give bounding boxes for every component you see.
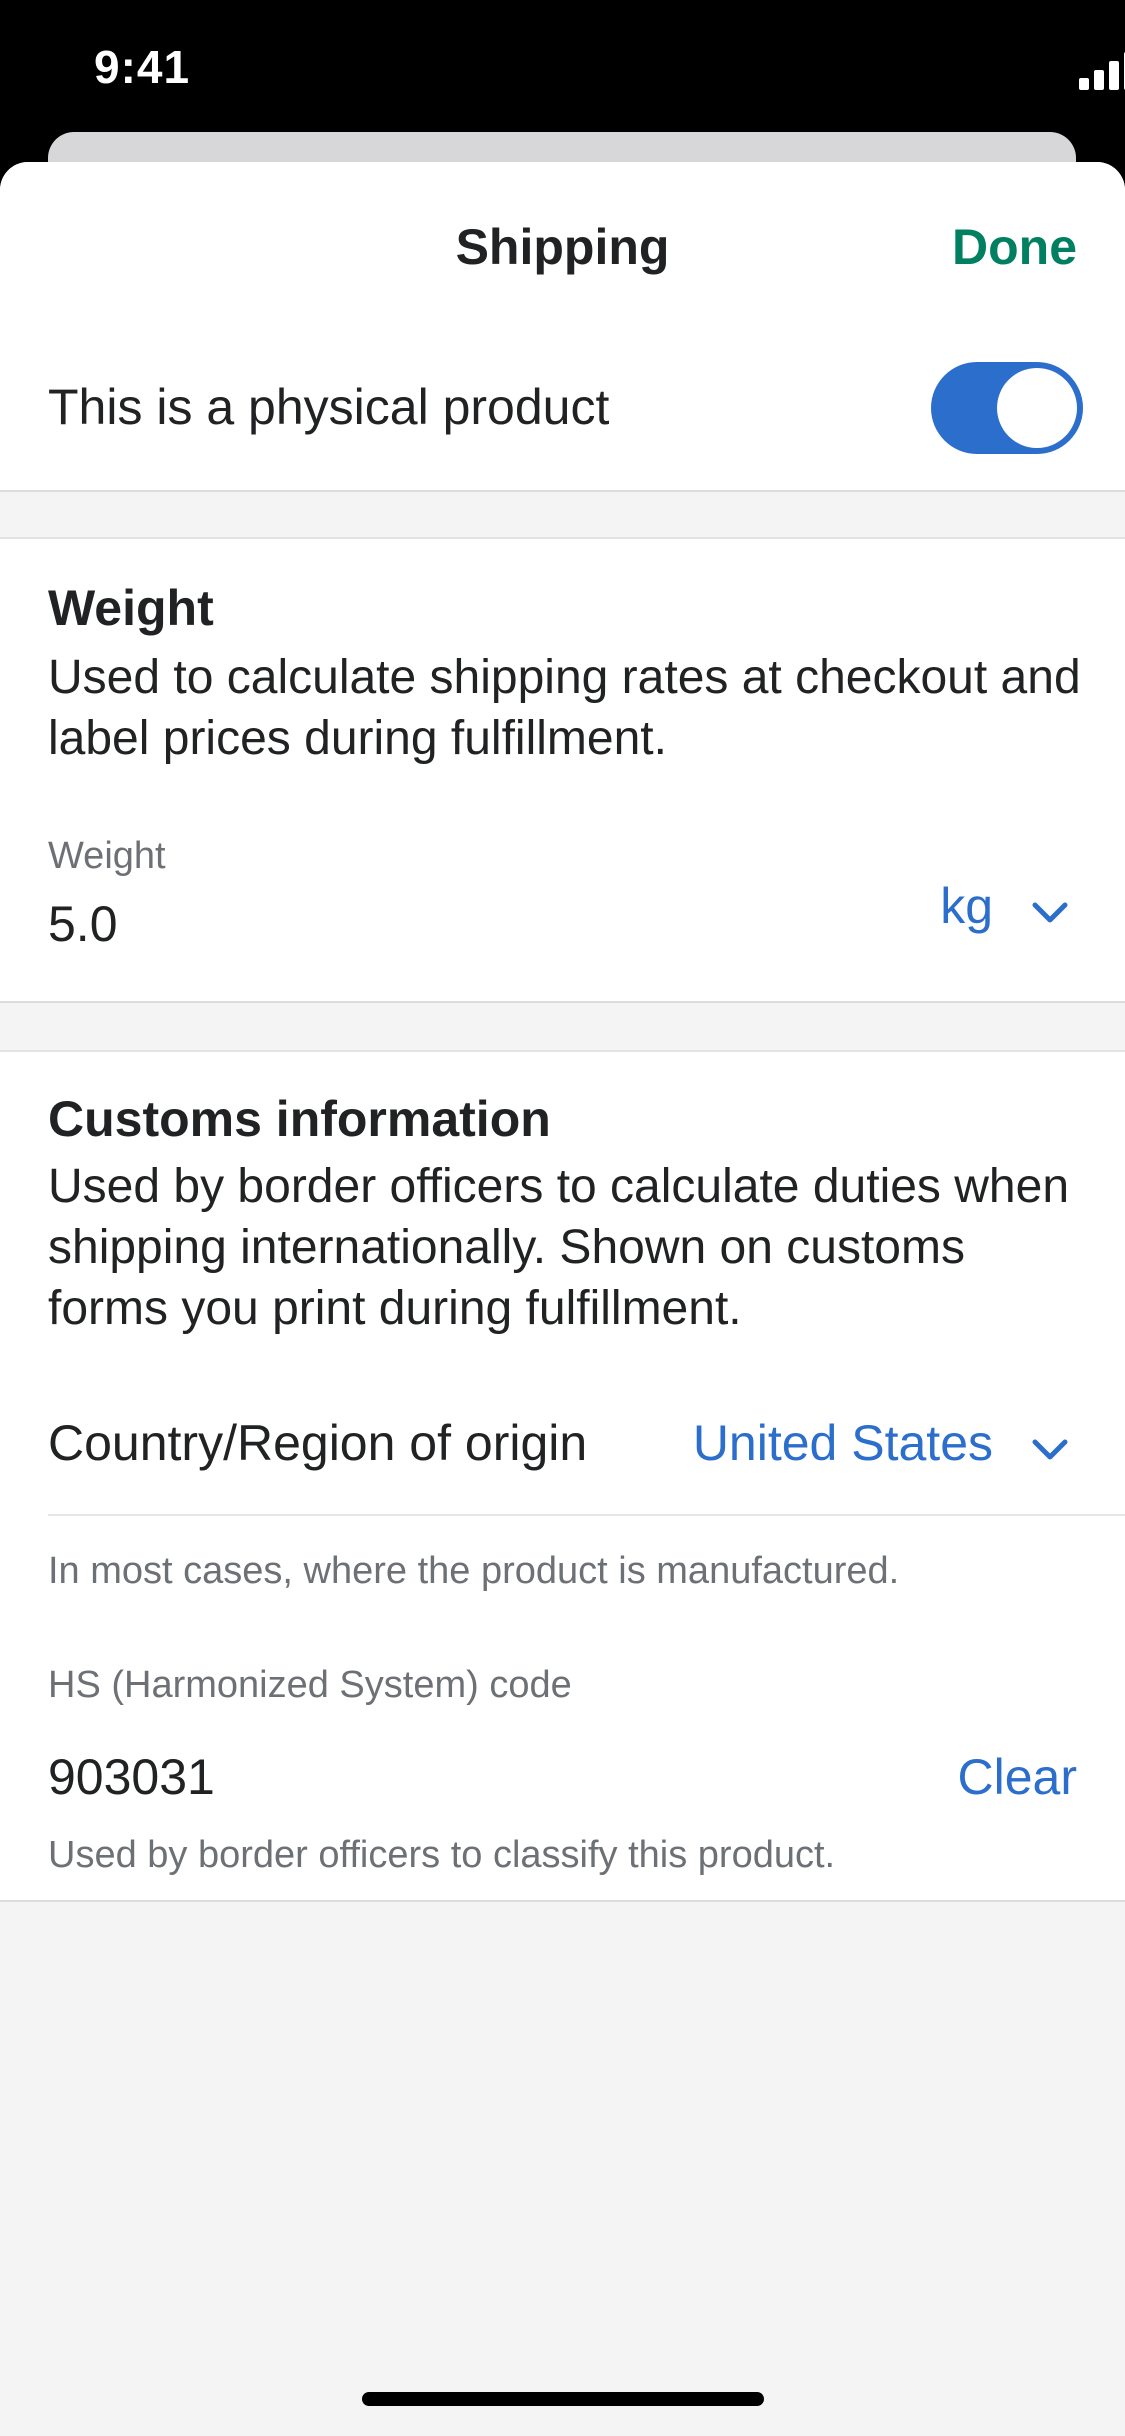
signal-icon xyxy=(1079,52,1125,90)
customs-card: Customs information Used by border offic… xyxy=(0,1050,1125,1902)
hs-code-help-text: Used by border officers to classify this… xyxy=(48,1834,836,1876)
origin-label: Country/Region of origin xyxy=(48,1415,588,1471)
physical-product-label: This is a physical product xyxy=(48,379,610,435)
weight-input[interactable]: 5.0 xyxy=(48,895,118,953)
origin-help-text: In most cases, where the product is manu… xyxy=(48,1550,900,1592)
home-indicator[interactable] xyxy=(362,2392,764,2406)
chevron-down-icon[interactable] xyxy=(1031,1438,1069,1462)
hs-code-input[interactable]: 903031 xyxy=(48,1748,215,1806)
weight-field-label: Weight xyxy=(48,835,166,877)
hs-code-label: HS (Harmonized System) code xyxy=(48,1664,572,1706)
screen: 9:41 Shipping Done This is a physical pr… xyxy=(0,0,1125,2436)
divider xyxy=(48,1514,1125,1516)
weight-unit-select[interactable]: kg xyxy=(940,877,993,935)
physical-product-toggle[interactable] xyxy=(931,362,1083,454)
weight-description: Used to calculate shipping rates at chec… xyxy=(48,651,1081,765)
toggle-knob xyxy=(997,368,1077,448)
status-bar: 9:41 xyxy=(0,0,1125,140)
customs-description: Used by border officers to calculate dut… xyxy=(48,1160,1070,1335)
status-time: 9:41 xyxy=(94,41,191,93)
sheet-header: Shipping Done This is a physical product xyxy=(0,162,1125,492)
weight-title: Weight xyxy=(48,580,214,636)
chevron-down-icon[interactable] xyxy=(1031,901,1069,925)
done-button[interactable]: Done xyxy=(952,218,1077,276)
customs-title: Customs information xyxy=(48,1091,551,1147)
hs-code-clear-button[interactable]: Clear xyxy=(958,1748,1077,1806)
shipping-sheet: Shipping Done This is a physical product… xyxy=(0,162,1125,2436)
weight-card: Weight Used to calculate shipping rates … xyxy=(0,537,1125,1003)
origin-country-select[interactable]: United States xyxy=(693,1414,993,1472)
